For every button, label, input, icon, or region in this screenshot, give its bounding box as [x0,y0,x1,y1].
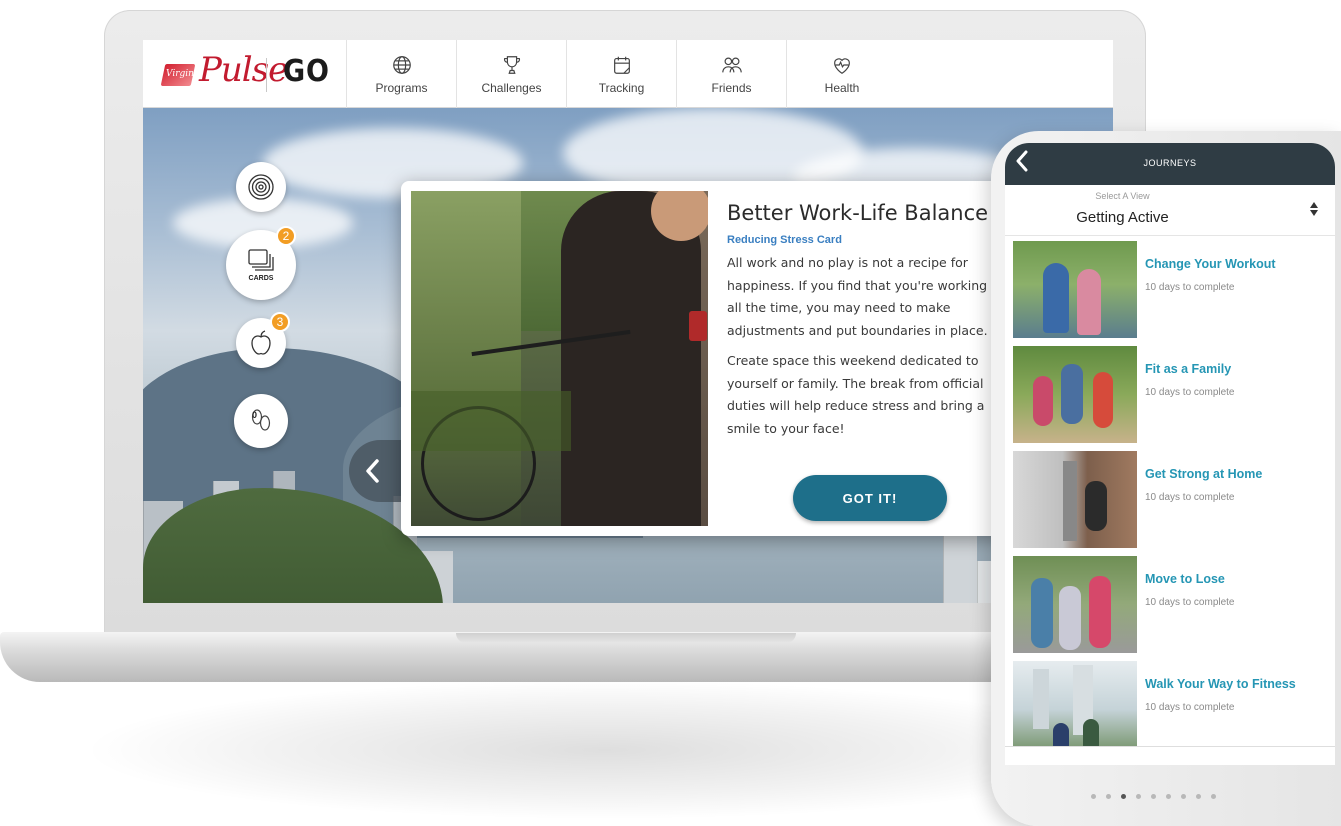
nav-health[interactable]: Health [787,40,897,108]
phone-header: JOURNEYS [1005,143,1335,185]
logo-virgin-text: Virgin [166,69,194,79]
journey-title: Get Strong at Home [1145,467,1263,481]
page-dot-active[interactable] [1121,794,1126,799]
journey-duration: 10 days to complete [1145,282,1235,293]
logo-go-text: GO [283,54,330,89]
card-title: Better Work-Life Balance [727,201,989,225]
journey-item[interactable]: Get Strong at Home 10 days to complete [1013,451,1335,548]
got-it-button[interactable]: GOT IT! [793,475,947,521]
woman-with-bicycle-photo [411,191,708,526]
nav-programs[interactable]: Programs [347,40,457,108]
select-view-value: Getting Active [1076,209,1169,226]
previous-card-button[interactable] [349,440,409,502]
journey-title: Move to Lose [1145,572,1225,586]
nav-health-label: Health [824,80,860,95]
card-subtitle: Reducing Stress Card [727,234,842,246]
target-icon [248,174,274,200]
nav-tracking[interactable]: Tracking [567,40,677,108]
card-body: All work and no play is not a recipe for… [727,252,997,438]
page-dot[interactable] [1151,794,1156,799]
calendar-icon [613,56,630,74]
nav-friends-label: Friends [711,80,752,95]
steps-count: 0 [252,410,258,420]
apple-icon [251,330,271,355]
journey-title: Change Your Workout [1145,257,1276,271]
card-paragraph: All work and no play is not a recipe for… [727,255,988,338]
journey-thumbnail [1013,451,1137,548]
nav-challenges[interactable]: Challenges [457,40,567,108]
sort-caret-icon [1310,202,1318,216]
laptop-screen: Virgin Pulse GO Programs Challenges Trac… [143,40,1113,603]
chevron-left-icon [366,459,379,483]
journey-list: Change Your Workout 10 days to complete … [1005,241,1335,746]
page-dot[interactable] [1211,794,1216,799]
journey-duration: 10 days to complete [1145,387,1235,398]
heart-pulse-icon [834,57,850,74]
cards-button[interactable]: CARDS 2 [226,226,296,300]
phone-device: JOURNEYS Select A View Getting Active Ch… [991,131,1341,826]
phone-screen: JOURNEYS Select A View Getting Active Ch… [1005,143,1335,765]
journeys-title: JOURNEYS [1143,158,1197,168]
page-dot[interactable] [1166,794,1171,799]
journey-duration: 10 days to complete [1145,597,1235,608]
laptop-notch [456,633,796,643]
journey-item[interactable]: Move to Lose 10 days to complete [1013,556,1335,653]
nav-tracking-label: Tracking [598,80,645,95]
journey-item[interactable]: Fit as a Family 10 days to complete [1013,346,1335,443]
laptop-shadow [80,680,1130,820]
card-paragraph: Create space this weekend dedicated to y… [727,353,985,436]
page-dot[interactable] [1136,794,1141,799]
journey-thumbnail [1013,346,1137,443]
cards-badge: 2 [276,226,296,246]
journey-thumbnail [1013,661,1137,746]
nutrition-badge: 3 [270,312,290,332]
logo-divider [266,58,267,92]
logo-pulse-text: Pulse [199,50,288,90]
cards-label: CARDS [248,275,274,282]
journey-duration: 10 days to complete [1145,702,1235,713]
journey-thumbnail [1013,556,1137,653]
nav-programs-label: Programs [375,80,428,95]
nav-challenges-label: Challenges [481,80,542,95]
page-dot[interactable] [1091,794,1096,799]
journey-title: Walk Your Way to Fitness [1145,677,1296,691]
journey-title: Fit as a Family [1145,362,1232,376]
cards-icon [248,249,274,271]
nutrition-button[interactable]: 3 [236,312,290,368]
journey-item[interactable]: Change Your Workout 10 days to complete [1013,241,1335,338]
virgin-pulse-go-logo[interactable]: Virgin Pulse GO [143,40,347,108]
journey-duration: 10 days to complete [1145,492,1235,503]
divider [1005,235,1335,236]
nav-friends[interactable]: Friends [677,40,787,108]
journey-thumbnail [1013,241,1137,338]
page-dot[interactable] [1196,794,1201,799]
journey-item[interactable]: Walk Your Way to Fitness 10 days to comp… [1013,661,1335,746]
friends-icon [721,57,742,72]
select-view-label: Select A View [1095,191,1150,201]
globe-icon [392,55,411,74]
trophy-icon [503,55,520,74]
page-indicator [1091,794,1216,799]
steps-button[interactable]: 0 [234,394,288,448]
phone-bottom-bar [1005,746,1335,765]
top-navigation: Virgin Pulse GO Programs Challenges Trac… [143,40,1113,108]
target-button[interactable] [236,162,286,212]
page-dot[interactable] [1106,794,1111,799]
page-dot[interactable] [1181,794,1186,799]
